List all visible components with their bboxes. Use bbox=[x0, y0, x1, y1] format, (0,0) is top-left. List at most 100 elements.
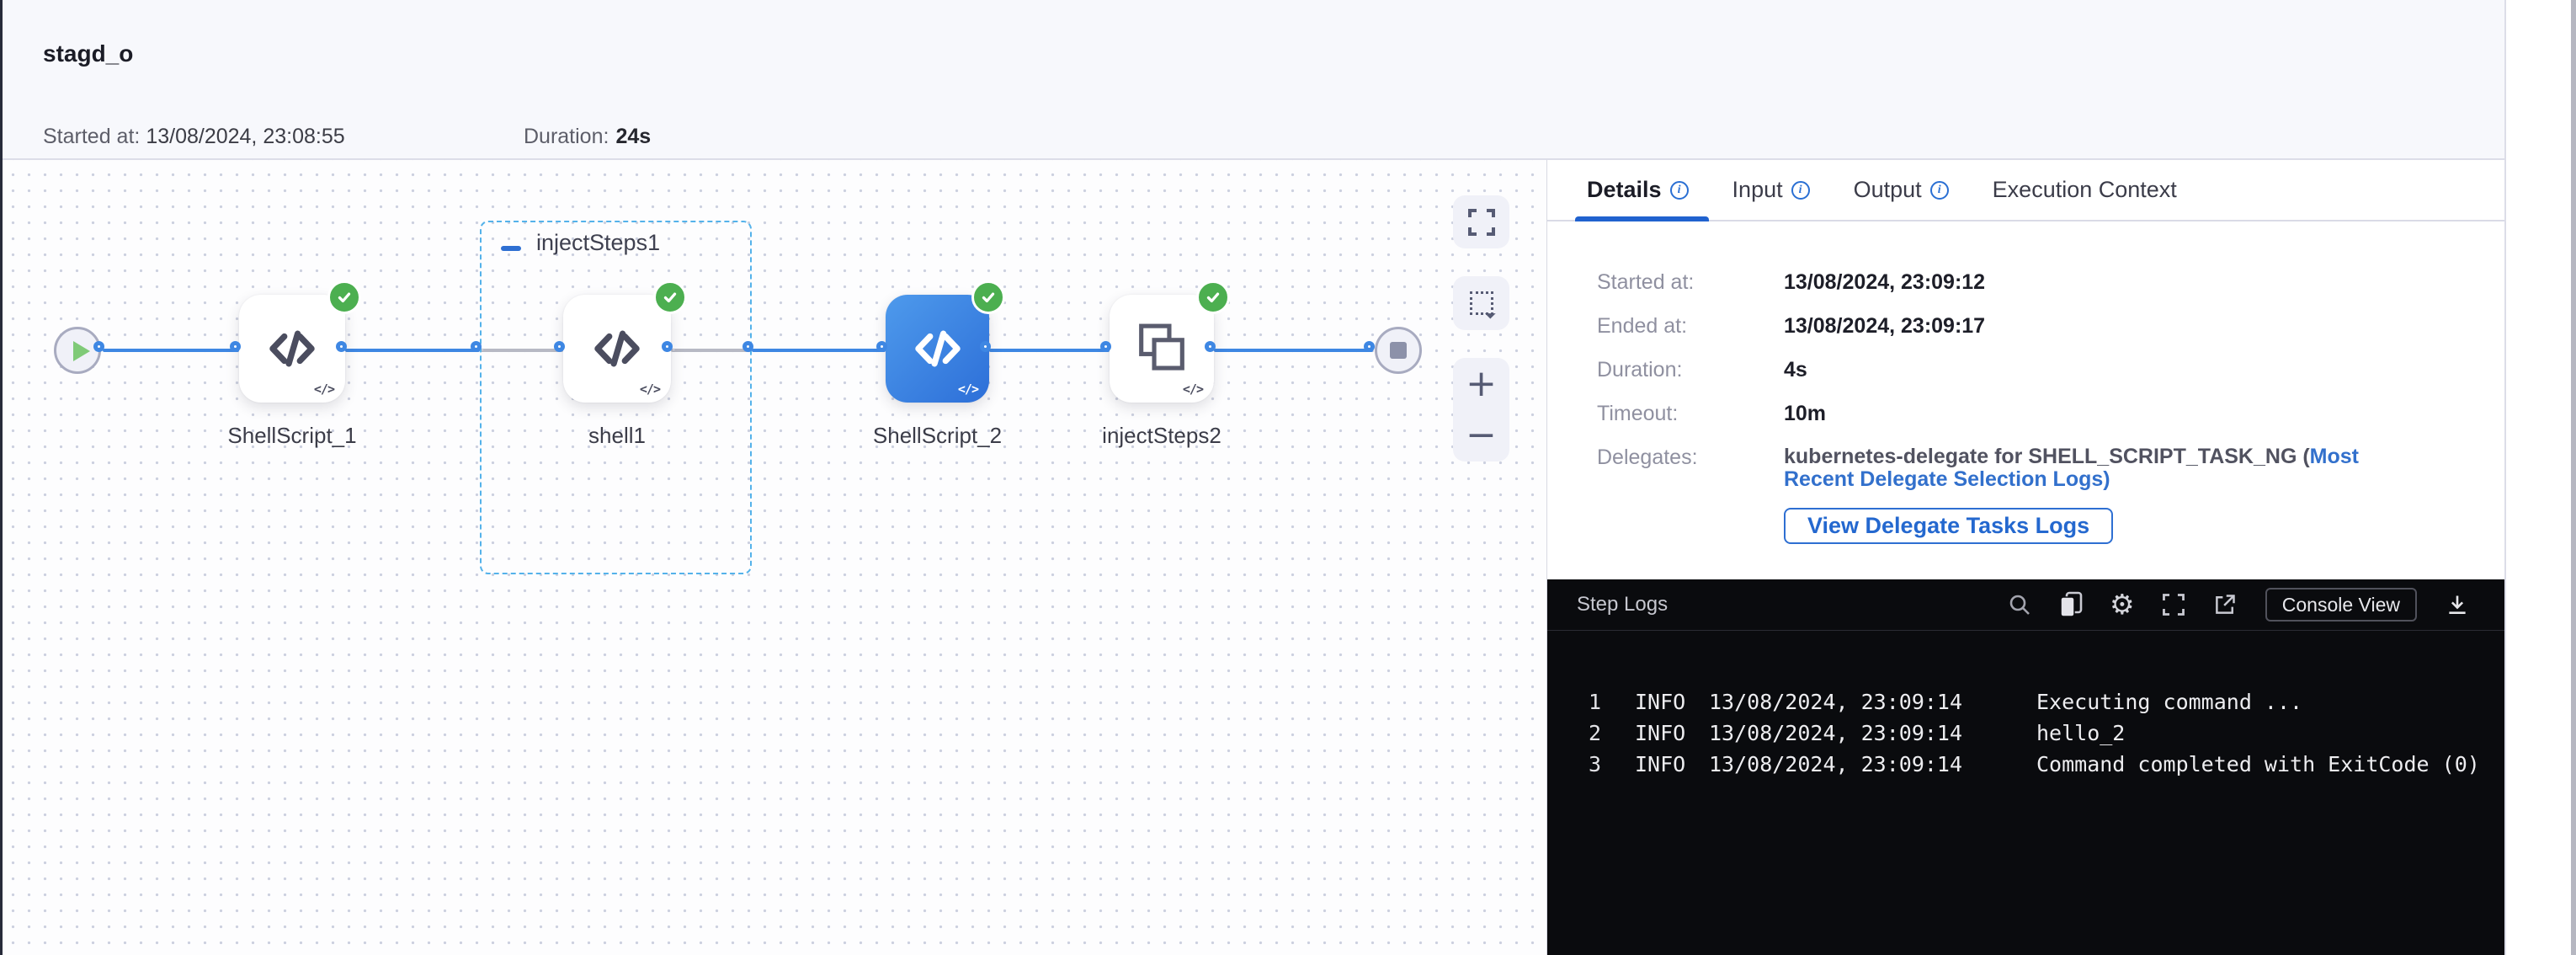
detail-value: 13/08/2024, 23:09:17 bbox=[1784, 314, 1985, 339]
step-logs-header: Step Logs ⚙ bbox=[1547, 579, 2505, 631]
code-mini-icon: </> bbox=[314, 381, 334, 397]
code-icon bbox=[264, 321, 320, 376]
tab-label: Execution Context bbox=[1993, 177, 2177, 203]
open-in-new-icon[interactable] bbox=[2211, 590, 2239, 619]
delegates-value: kubernetes-delegate for SHELL_SCRIPT_TAS… bbox=[1784, 445, 2411, 544]
detail-label: Duration: bbox=[1597, 358, 1784, 382]
step-node-injectsteps2[interactable]: </> injectSteps2 bbox=[1110, 295, 1214, 403]
marquee-icon bbox=[1470, 291, 1493, 315]
code-mini-icon: </> bbox=[1183, 381, 1203, 397]
step-label: shell1 bbox=[588, 423, 646, 449]
log-timestamp: 13/08/2024, 23:09:14 bbox=[1709, 686, 2036, 718]
step-card[interactable]: </> bbox=[1110, 295, 1214, 403]
tab-output[interactable]: Output i bbox=[1854, 160, 1949, 220]
port bbox=[93, 341, 104, 352]
log-level: INFO bbox=[1635, 686, 1709, 718]
group-label[interactable]: injectSteps1 bbox=[536, 230, 660, 256]
info-icon[interactable]: i bbox=[1930, 181, 1949, 200]
step-label: injectSteps2 bbox=[1102, 423, 1221, 449]
pipeline-end-node[interactable] bbox=[1375, 327, 1422, 374]
log-message: Command completed with ExitCode (0) bbox=[2036, 749, 2480, 780]
port bbox=[554, 341, 565, 352]
collapse-group-icon[interactable] bbox=[501, 246, 521, 251]
log-line: 1 INFO 13/08/2024, 23:09:14 Executing co… bbox=[1589, 686, 2505, 718]
tab-label: Input bbox=[1732, 177, 1783, 203]
step-logs-toolbar: ⚙ Console View bbox=[2005, 588, 2472, 622]
port bbox=[1100, 341, 1111, 352]
tab-input[interactable]: Input i bbox=[1732, 160, 1810, 220]
detail-label: Delegates: bbox=[1597, 445, 1784, 544]
step-label: ShellScript_1 bbox=[227, 423, 356, 449]
port bbox=[742, 341, 753, 352]
detail-value: 4s bbox=[1784, 358, 1807, 382]
fit-to-screen-button[interactable] bbox=[1453, 195, 1509, 248]
info-icon[interactable]: i bbox=[1791, 181, 1810, 200]
active-tab-underline bbox=[1575, 216, 1709, 221]
edge-shellscript1-to-group bbox=[345, 349, 480, 352]
settings-gear-icon[interactable]: ⚙ bbox=[2108, 590, 2137, 619]
edge-group-to-shellscript2 bbox=[752, 349, 886, 352]
delegates-text: kubernetes-delegate for SHELL_SCRIPT_TAS… bbox=[1784, 445, 2310, 468]
edge-start-to-shellscript1 bbox=[103, 349, 239, 352]
detail-row-duration: Duration: 4s bbox=[1597, 358, 2504, 382]
group-steps-icon bbox=[1135, 322, 1189, 376]
view-delegate-tasks-logs-button[interactable]: View Delegate Tasks Logs bbox=[1784, 508, 2113, 544]
search-icon[interactable] bbox=[2005, 590, 2034, 619]
step-card[interactable]: </> bbox=[239, 295, 345, 403]
detail-value: 10m bbox=[1784, 402, 1826, 426]
port bbox=[471, 341, 482, 352]
play-icon bbox=[73, 341, 90, 361]
stage-duration: Duration:24s bbox=[524, 125, 651, 149]
log-line-number: 3 bbox=[1589, 749, 1635, 780]
started-value: 13/08/2024, 23:08:55 bbox=[146, 125, 344, 148]
tab-details[interactable]: Details i bbox=[1587, 160, 1689, 220]
log-lines[interactable]: 1 INFO 13/08/2024, 23:09:14 Executing co… bbox=[1547, 631, 2505, 780]
success-badge-icon bbox=[971, 280, 1005, 314]
pipeline-start-node[interactable] bbox=[54, 327, 101, 374]
tab-label: Output bbox=[1854, 177, 1922, 203]
port bbox=[1364, 341, 1375, 352]
info-icon[interactable]: i bbox=[1670, 181, 1689, 200]
log-message: Executing command ... bbox=[2036, 686, 2302, 718]
step-node-shellscript2-selected[interactable]: </> ShellScript_2 bbox=[886, 295, 989, 403]
success-badge-icon bbox=[327, 280, 361, 314]
edge-shellscript2-to-injectsteps2 bbox=[989, 349, 1110, 352]
zoom-in-button[interactable]: + bbox=[1466, 365, 1497, 403]
duration-value: 24s bbox=[615, 125, 651, 148]
step-node-shellscript1[interactable]: </> ShellScript_1 bbox=[239, 295, 345, 403]
log-line: 2 INFO 13/08/2024, 23:09:14 hello_2 bbox=[1589, 718, 2505, 749]
zoom-out-button[interactable]: − bbox=[1466, 417, 1497, 454]
tab-label: Details bbox=[1587, 177, 1662, 203]
code-mini-icon: </> bbox=[958, 381, 978, 397]
success-badge-icon bbox=[1196, 280, 1230, 314]
log-timestamp: 13/08/2024, 23:09:14 bbox=[1709, 718, 2036, 749]
step-card[interactable]: </> bbox=[886, 295, 989, 403]
log-level: INFO bbox=[1635, 749, 1709, 780]
console-view-button[interactable]: Console View bbox=[2265, 588, 2417, 622]
port bbox=[662, 341, 673, 352]
details-tabs: Details i Input i Output i Execution Con… bbox=[1547, 160, 2504, 221]
code-icon bbox=[910, 321, 966, 376]
stage-title: stagd_o bbox=[43, 40, 133, 67]
fullscreen-icon[interactable] bbox=[2159, 590, 2188, 619]
marquee-select-button[interactable] bbox=[1453, 276, 1509, 330]
detail-label: Ended at: bbox=[1597, 314, 1784, 339]
code-mini-icon: </> bbox=[640, 381, 660, 397]
code-icon bbox=[589, 321, 645, 376]
detail-row-delegates: Delegates: kubernetes-delegate for SHELL… bbox=[1597, 445, 2504, 544]
edge-injectsteps2-to-end bbox=[1214, 349, 1373, 352]
success-badge-icon bbox=[653, 280, 687, 314]
step-card[interactable]: </> bbox=[563, 295, 671, 403]
log-line-number: 2 bbox=[1589, 718, 1635, 749]
detail-row-started: Started at: 13/08/2024, 23:09:12 bbox=[1597, 270, 2504, 295]
download-icon[interactable] bbox=[2443, 590, 2472, 619]
detail-label: Started at: bbox=[1597, 270, 1784, 295]
vertical-scrollbar[interactable] bbox=[2571, 0, 2576, 955]
port bbox=[980, 341, 991, 352]
tab-execution-context[interactable]: Execution Context bbox=[1993, 160, 2177, 220]
step-node-shell1[interactable]: </> shell1 bbox=[563, 295, 671, 403]
pipeline-canvas[interactable]: injectSteps1 </> ShellScript_1 bbox=[0, 160, 1546, 955]
step-logs-title: Step Logs bbox=[1577, 593, 1668, 616]
copy-icon[interactable] bbox=[2057, 590, 2085, 619]
log-line: 3 INFO 13/08/2024, 23:09:14 Command comp… bbox=[1589, 749, 2505, 780]
